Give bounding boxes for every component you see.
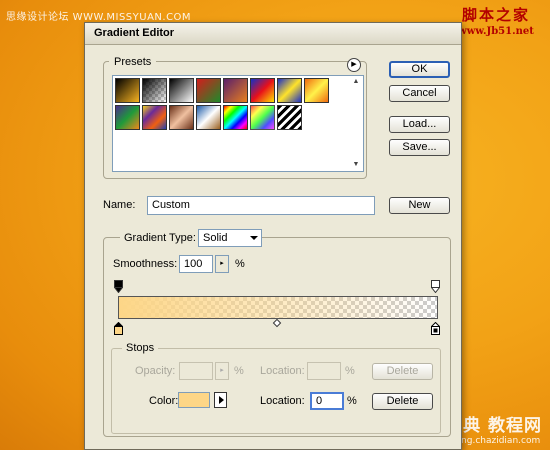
smoothness-unit: %	[235, 258, 245, 270]
new-button[interactable]: New	[389, 197, 450, 214]
color-delete-button[interactable]: Delete	[372, 393, 433, 410]
opacity-unit: %	[234, 365, 244, 377]
save-button[interactable]: Save...	[389, 139, 450, 156]
stops-group	[111, 348, 441, 434]
preset-swatch-spectrum[interactable]	[223, 105, 248, 130]
color-stop-end-icon[interactable]	[431, 322, 440, 335]
preset-swatch-violet-orange[interactable]	[223, 78, 248, 103]
preset-swatch-orange-yellow-orange[interactable]	[304, 78, 329, 103]
name-label: Name:	[103, 199, 136, 211]
watermark-top-right-title: 脚本之家	[461, 6, 530, 24]
gradient-preview-bar[interactable]	[118, 296, 438, 319]
gradient-type-value: Solid	[203, 232, 228, 244]
scroll-down-icon[interactable]: ▼	[351, 161, 361, 169]
preset-swatch-chrome[interactable]	[196, 105, 221, 130]
gradient-type-select[interactable]: Solid	[198, 229, 262, 247]
cancel-button[interactable]: Cancel	[389, 85, 450, 102]
presets-swatch-list: ▲ ▼	[112, 75, 364, 172]
opacity-location-input[interactable]	[307, 362, 341, 380]
name-input[interactable]: Custom	[147, 196, 375, 215]
color-location-unit: %	[347, 395, 357, 407]
smoothness-input[interactable]: 100	[179, 255, 213, 273]
stops-label: Stops	[122, 342, 159, 354]
scroll-up-icon[interactable]: ▲	[351, 78, 361, 86]
preset-swatch-foreground-to-background[interactable]	[115, 78, 140, 103]
opacity-stepper[interactable]: ▸	[215, 362, 229, 380]
color-location-label: Location:	[260, 395, 305, 407]
presets-menu-icon[interactable]: ▶	[347, 58, 361, 72]
gradient-editor-dialog: Gradient Editor Presets ▶ ▲ ▼ OK Cancel …	[84, 22, 462, 450]
gradient-type-label: Gradient Type:	[120, 232, 200, 244]
dialog-title: Gradient Editor	[94, 27, 175, 39]
smoothness-label: Smoothness:	[113, 258, 178, 270]
color-menu-arrow-icon[interactable]	[214, 392, 227, 408]
chevron-down-icon	[250, 236, 258, 240]
dialog-titlebar[interactable]: Gradient Editor	[85, 23, 461, 45]
opacity-stop-start-icon[interactable]	[114, 280, 123, 293]
opacity-location-unit: %	[345, 365, 355, 377]
preset-swatch-blue-red-yellow[interactable]	[250, 78, 275, 103]
watermark-top-right-url: www.Jb51.net	[458, 26, 534, 37]
preset-swatch-blue-yellow-blue[interactable]	[277, 78, 302, 103]
presets-label: Presets	[109, 56, 157, 68]
opacity-delete-button[interactable]: Delete	[372, 363, 433, 380]
preset-swatch-yellow-violet-orange-blue[interactable]	[142, 105, 167, 130]
load-button[interactable]: Load...	[389, 116, 450, 133]
preset-swatch-foreground-to-transparent[interactable]	[142, 78, 167, 103]
preset-swatch-transparent-stripes[interactable]	[277, 105, 302, 130]
preset-swatch-black-white[interactable]	[169, 78, 194, 103]
opacity-label: Opacity:	[135, 365, 176, 377]
opacity-location-label: Location:	[260, 365, 305, 377]
stop-color-swatch[interactable]	[178, 392, 210, 408]
opacity-stop-end-icon[interactable]	[431, 280, 440, 293]
preset-swatch-red-green[interactable]	[196, 78, 221, 103]
smoothness-stepper[interactable]: ▸	[215, 255, 229, 273]
preset-swatch-transparent-rainbow[interactable]	[250, 105, 275, 130]
color-stop-start-icon[interactable]	[114, 322, 123, 335]
color-location-input[interactable]: 0	[310, 392, 344, 410]
watermark-top-left: 思缘设计论坛 WWW.MISSYUAN.COM	[6, 12, 192, 23]
color-label: Color:	[149, 395, 179, 407]
watermark-top-right: 脚本之家 www.Jb51.net	[448, 4, 544, 37]
preset-swatch-violet-green-orange[interactable]	[115, 105, 140, 130]
opacity-input[interactable]	[179, 362, 213, 380]
preset-swatch-copper[interactable]	[169, 105, 194, 130]
ok-button[interactable]: OK	[389, 61, 450, 78]
